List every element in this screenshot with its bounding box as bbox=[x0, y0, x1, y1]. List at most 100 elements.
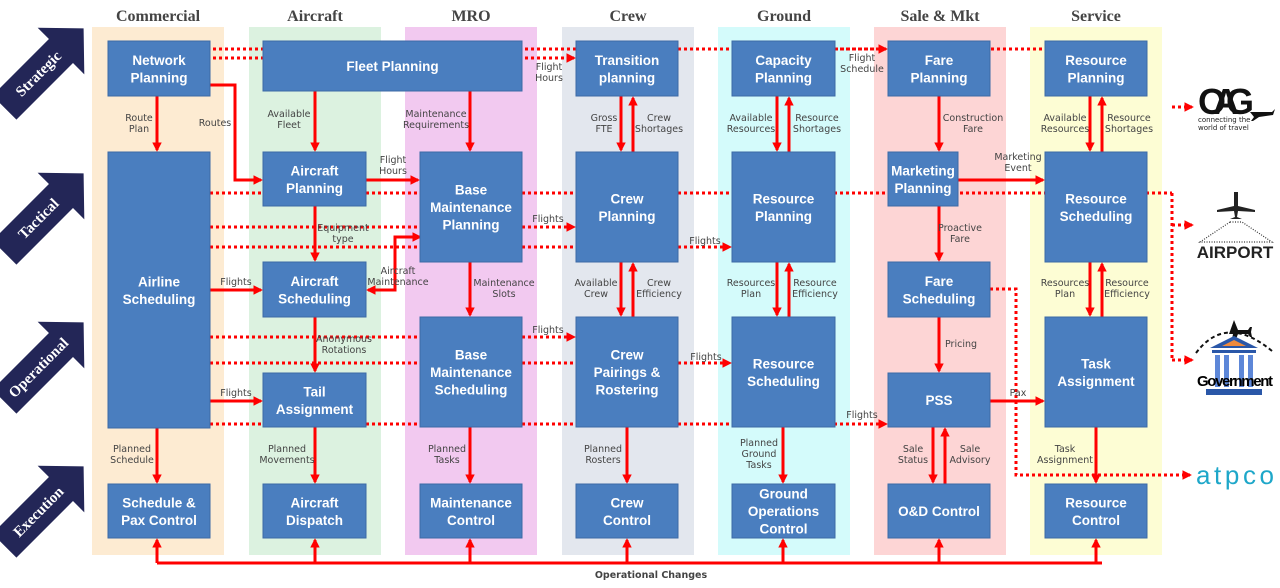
capacity-planning-box[interactable]: Capacity Planning bbox=[731, 40, 836, 97]
flow-label: Flights bbox=[846, 410, 878, 421]
base-maintenance-planning-box[interactable]: Base Maintenance Planning bbox=[419, 151, 523, 263]
od-control-box[interactable]: O&D Control bbox=[887, 483, 991, 539]
level-arrow-tactical: Tactical bbox=[0, 172, 85, 265]
flow-label-line: Planned bbox=[584, 444, 622, 455]
ground-operations-control-box[interactable]: Ground Operations Control bbox=[731, 483, 836, 539]
flow-label-line: Plan bbox=[129, 124, 149, 135]
flow-label-line: Anonymous bbox=[316, 334, 372, 345]
flow-label-line: Sale bbox=[960, 444, 980, 455]
airport-logo: AIRPORT bbox=[1197, 192, 1274, 262]
box-label: Ground bbox=[759, 487, 808, 502]
box-label: PSS bbox=[925, 393, 952, 408]
aircraft-dispatch-box[interactable]: Aircraft Dispatch bbox=[262, 483, 367, 539]
external-systems: OAG connecting the world of travel AIRPO… bbox=[1195, 81, 1275, 490]
crew-control-box[interactable]: Crew Control bbox=[575, 483, 679, 539]
flow-label-line: Proactive bbox=[938, 223, 982, 234]
box-label: Network bbox=[132, 53, 186, 68]
flow-label: Flights bbox=[690, 352, 722, 363]
crew-planning-box[interactable]: Crew Planning bbox=[575, 151, 679, 263]
box-label: Maintenance bbox=[430, 495, 512, 510]
flow-label: FlightHours bbox=[379, 155, 407, 177]
fare-scheduling-box[interactable]: Fare Scheduling bbox=[887, 261, 991, 318]
flow-label: Flights bbox=[220, 388, 252, 399]
resource-control-box[interactable]: Resource Control bbox=[1044, 483, 1148, 539]
flow-label-line: Resources bbox=[1041, 278, 1090, 289]
maintenance-control-box[interactable]: Maintenance Control bbox=[419, 483, 523, 539]
box-label: Resource bbox=[1065, 191, 1127, 206]
airplane-icon bbox=[1217, 192, 1255, 219]
flow-label-line: Flights bbox=[532, 214, 564, 225]
box-label: Assignment bbox=[276, 402, 354, 417]
flow-label: Flights bbox=[532, 325, 564, 336]
flow-label-line: Planned bbox=[113, 444, 151, 455]
airport-logo-text: AIRPORT bbox=[1197, 243, 1274, 262]
box-label: Planning bbox=[1068, 70, 1125, 85]
box-label: Control bbox=[1072, 513, 1120, 528]
task-assignment-box[interactable]: Task Assignment bbox=[1044, 316, 1148, 428]
box-label: Scheduling bbox=[435, 383, 508, 398]
flow-label-line: Pricing bbox=[945, 339, 977, 350]
level-arrow-execution: Execution bbox=[0, 465, 85, 558]
flow-label-line: Movements bbox=[259, 455, 314, 466]
transition-planning-box[interactable]: Transition planning bbox=[575, 40, 679, 97]
fleet-planning-box[interactable]: Fleet Planning bbox=[262, 40, 523, 92]
aircraft-planning-box[interactable]: Aircraft Planning bbox=[262, 151, 367, 207]
box-label: Capacity bbox=[755, 53, 812, 68]
flow-label-line: Shortages bbox=[635, 124, 683, 135]
box-label: Planning bbox=[911, 70, 968, 85]
flow-label-line: Available bbox=[267, 109, 310, 120]
flow-label-line: type bbox=[332, 234, 353, 245]
flow-label-line: Flight bbox=[536, 62, 563, 73]
flow-label-line: Route bbox=[125, 113, 153, 124]
flow-label-line: Resource bbox=[1107, 113, 1151, 124]
flow-label: ResourceEfficiency bbox=[792, 278, 838, 300]
flow-label: ResourceShortages bbox=[793, 113, 841, 135]
flow-label: ResourceShortages bbox=[1105, 113, 1153, 135]
flow-label-line: Fleet bbox=[277, 120, 301, 131]
flow-label-line: Flights bbox=[690, 352, 722, 363]
flow-label-line: Ground bbox=[742, 449, 777, 460]
flow-label-line: Plan bbox=[1055, 289, 1075, 300]
box-label: Aircraft bbox=[290, 274, 339, 289]
marketing-planning-box[interactable]: Marketing Planning bbox=[887, 151, 959, 207]
box-label: Scheduling bbox=[278, 291, 351, 306]
airline-scheduling-box[interactable]: Airline Scheduling bbox=[107, 151, 211, 429]
flow-label-line: Flights bbox=[689, 236, 721, 247]
flow-label-line: Shortages bbox=[1105, 124, 1153, 135]
flow-label: Pricing bbox=[945, 339, 977, 350]
aircraft-scheduling-box[interactable]: Aircraft Scheduling bbox=[262, 261, 367, 318]
service-resource-planning-box[interactable]: Resource Planning bbox=[1044, 40, 1148, 97]
pss-box[interactable]: PSS bbox=[887, 372, 991, 428]
flow-label: AnonymousRotations bbox=[316, 334, 372, 356]
runway-icon bbox=[1198, 221, 1274, 243]
flow-label: ResourceEfficiency bbox=[1104, 278, 1150, 300]
flow-label-line: Fare bbox=[950, 234, 970, 245]
base-maintenance-scheduling-box[interactable]: Base Maintenance Scheduling bbox=[419, 316, 523, 428]
ground-resource-scheduling-box[interactable]: Resource Scheduling bbox=[731, 316, 836, 428]
flow-label-line: Hours bbox=[379, 166, 407, 177]
flow-label-line: Equipment bbox=[317, 223, 369, 234]
crew-pairings-rostering-box[interactable]: Crew Pairings & Rostering bbox=[575, 316, 679, 428]
flow-label-line: Crew bbox=[647, 113, 671, 124]
flow-label-line: Resources bbox=[727, 124, 776, 135]
box-label: Operations bbox=[748, 504, 819, 519]
flow-label-line: Aircraft bbox=[381, 266, 416, 277]
schedule-pax-control-box[interactable]: Schedule & Pax Control bbox=[107, 483, 211, 539]
box-label: Assignment bbox=[1057, 374, 1135, 389]
box-label: Base bbox=[455, 348, 488, 363]
service-resource-scheduling-box[interactable]: Resource Scheduling bbox=[1044, 151, 1148, 263]
flow-label-line: Tasks bbox=[433, 455, 460, 466]
box-label: Resource bbox=[1065, 53, 1127, 68]
flow-label-line: Tasks bbox=[745, 460, 772, 471]
column-header: Service bbox=[1071, 8, 1121, 25]
box-label: Task bbox=[1081, 356, 1111, 371]
network-planning-box[interactable]: Network Planning bbox=[107, 40, 211, 97]
fare-planning-box[interactable]: Fare Planning bbox=[887, 40, 991, 97]
box-label: Control bbox=[603, 513, 651, 528]
ground-resource-planning-box[interactable]: Resource Planning bbox=[731, 151, 836, 263]
flow-label-line: Hours bbox=[535, 73, 563, 84]
box-label: Scheduling bbox=[903, 291, 976, 306]
tail-assignment-box[interactable]: Tail Assignment bbox=[262, 372, 367, 428]
flow-label-line: Flights bbox=[220, 277, 252, 288]
flow-label-line: Pax bbox=[1010, 388, 1027, 399]
